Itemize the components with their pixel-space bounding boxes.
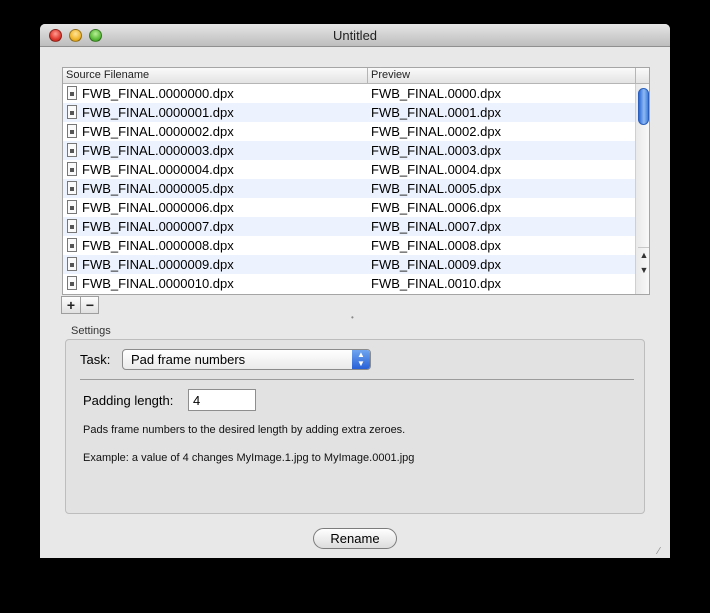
table-row[interactable]: FWB_FINAL.0000002.dpx FWB_FINAL.0002.dpx (63, 122, 635, 141)
file-icon (67, 219, 77, 233)
title-bar[interactable]: Untitled (40, 24, 670, 47)
remove-button[interactable]: − (81, 297, 99, 313)
table-row[interactable]: FWB_FINAL.0000005.dpx FWB_FINAL.0005.dpx (63, 179, 635, 198)
preview-filename-cell: FWB_FINAL.0010.dpx (371, 276, 502, 291)
source-filename-cell: FWB_FINAL.0000009.dpx (82, 257, 234, 272)
preview-filename-cell: FWB_FINAL.0008.dpx (371, 238, 502, 253)
file-icon (67, 162, 77, 176)
table-row[interactable]: FWB_FINAL.0000003.dpx FWB_FINAL.0003.dpx (63, 141, 635, 160)
file-table[interactable]: Source Filename Preview FWB_FINAL.000000… (62, 67, 650, 295)
table-row[interactable]: FWB_FINAL.0000001.dpx FWB_FINAL.0001.dpx (63, 103, 635, 122)
table-row[interactable]: FWB_FINAL.0000000.dpx FWB_FINAL.0000.dpx (63, 84, 635, 103)
file-icon (67, 124, 77, 138)
padding-length-label: Padding length: (83, 393, 174, 408)
task-select-value: Pad frame numbers (131, 352, 246, 367)
preview-filename-cell: FWB_FINAL.0000.dpx (371, 86, 502, 101)
table-row[interactable]: FWB_FINAL.0000009.dpx FWB_FINAL.0009.dpx (63, 255, 635, 274)
task-description: Pads frame numbers to the desired length… (83, 424, 406, 436)
split-handle-icon[interactable]: • (351, 314, 357, 322)
file-icon (67, 181, 77, 195)
table-body: FWB_FINAL.0000000.dpx FWB_FINAL.0000.dpx F… (63, 84, 635, 294)
table-row[interactable]: FWB_FINAL.0000004.dpx FWB_FINAL.0004.dpx (63, 160, 635, 179)
preview-filename-cell: FWB_FINAL.0003.dpx (371, 143, 502, 158)
source-filename-cell: FWB_FINAL.0000002.dpx (82, 124, 234, 139)
source-filename-cell: FWB_FINAL.0000001.dpx (82, 105, 234, 120)
file-icon (67, 86, 77, 100)
column-header-source[interactable]: Source Filename (66, 69, 149, 81)
table-row[interactable]: FWB_FINAL.0000006.dpx FWB_FINAL.0006.dpx (63, 198, 635, 217)
add-remove-control: + − (61, 296, 99, 314)
source-filename-cell: FWB_FINAL.0000010.dpx (82, 276, 234, 291)
column-header-preview[interactable]: Preview (371, 69, 410, 81)
add-button[interactable]: + (62, 297, 81, 313)
settings-box: Task: Pad frame numbers ▲ ▼ Padding lengt… (65, 339, 645, 514)
file-icon (67, 105, 77, 119)
file-icon (67, 200, 77, 214)
app-window: Untitled Source Filename Preview FWB_FIN… (40, 24, 670, 558)
file-icon (67, 257, 77, 271)
preview-filename-cell: FWB_FINAL.0006.dpx (371, 200, 502, 215)
settings-group-label: Settings (71, 325, 111, 337)
vertical-scrollbar[interactable]: ▲ ▼ (635, 84, 649, 294)
table-row[interactable]: FWB_FINAL.0000010.dpx FWB_FINAL.0010.dpx (63, 274, 635, 293)
task-example: Example: a value of 4 changes MyImage.1.… (83, 452, 415, 464)
table-row[interactable]: FWB_FINAL.0000008.dpx FWB_FINAL.0008.dpx (63, 236, 635, 255)
rename-button[interactable]: Rename (313, 528, 397, 549)
file-icon (67, 276, 77, 290)
preview-filename-cell: FWB_FINAL.0005.dpx (371, 181, 502, 196)
scroll-up-icon[interactable]: ▲ (638, 247, 649, 262)
source-filename-cell: FWB_FINAL.0000007.dpx (82, 219, 234, 234)
source-filename-cell: FWB_FINAL.0000004.dpx (82, 162, 234, 177)
scroll-down-icon[interactable]: ▼ (638, 263, 649, 277)
table-header: Source Filename Preview (63, 68, 635, 84)
column-divider[interactable] (367, 68, 368, 84)
preview-filename-cell: FWB_FINAL.0002.dpx (371, 124, 502, 139)
source-filename-cell: FWB_FINAL.0000003.dpx (82, 143, 234, 158)
preview-filename-cell: FWB_FINAL.0009.dpx (371, 257, 502, 272)
window-title: Untitled (332, 28, 378, 43)
file-icon (67, 238, 77, 252)
updown-arrows-icon: ▲ ▼ (352, 350, 370, 369)
table-row[interactable]: FWB_FINAL.0000007.dpx FWB_FINAL.0007.dpx (63, 217, 635, 236)
resize-grip-icon[interactable]: ⁄ (658, 546, 669, 557)
source-filename-cell: FWB_FINAL.0000000.dpx (82, 86, 234, 101)
scroll-thumb[interactable] (638, 88, 649, 125)
source-filename-cell: FWB_FINAL.0000005.dpx (82, 181, 234, 196)
task-select[interactable]: Pad frame numbers ▲ ▼ (122, 349, 371, 370)
header-corner (635, 68, 649, 84)
preview-filename-cell: FWB_FINAL.0007.dpx (371, 219, 502, 234)
source-filename-cell: FWB_FINAL.0000006.dpx (82, 200, 234, 215)
task-label: Task: (80, 352, 111, 367)
padding-length-input[interactable] (188, 389, 256, 411)
preview-filename-cell: FWB_FINAL.0001.dpx (371, 105, 502, 120)
source-filename-cell: FWB_FINAL.0000008.dpx (82, 238, 234, 253)
preview-filename-cell: FWB_FINAL.0004.dpx (371, 162, 502, 177)
file-icon (67, 143, 77, 157)
divider (80, 379, 634, 380)
